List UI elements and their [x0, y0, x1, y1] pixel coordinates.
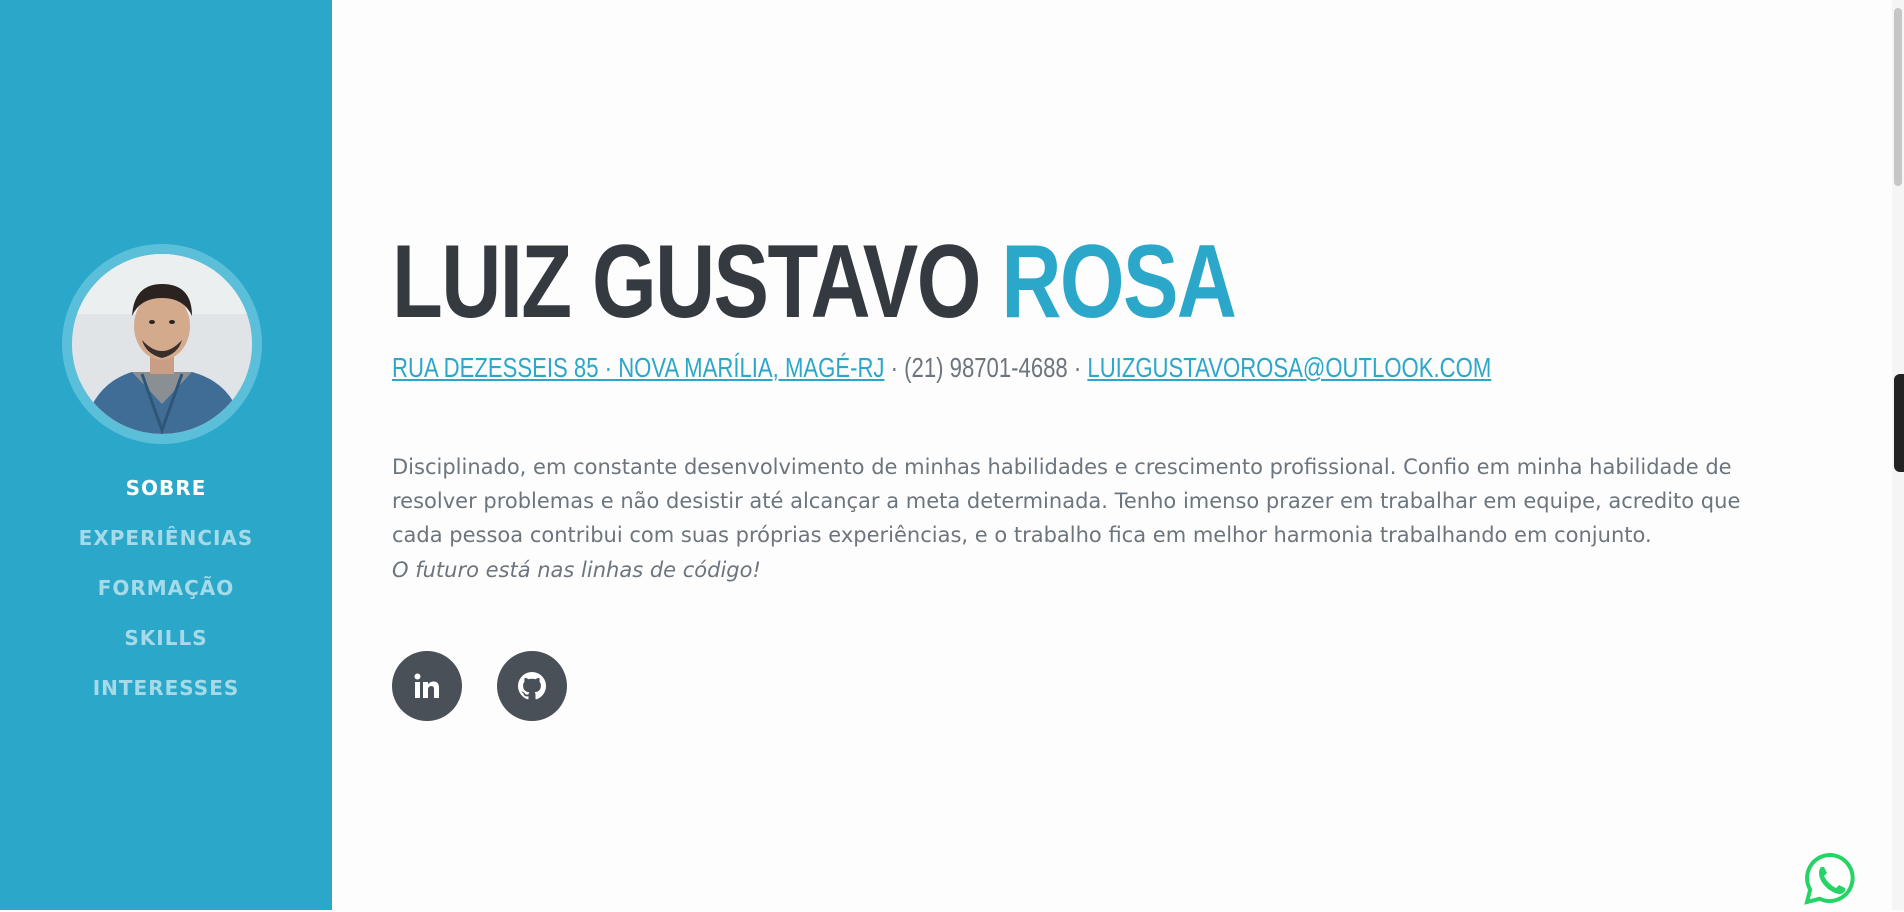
nav-item-interesses: INTERESSES	[0, 668, 332, 718]
phone-number: (21) 98701-4688	[904, 352, 1068, 383]
nav-item-experiencias: EXPERIÊNCIAS	[0, 518, 332, 568]
contact-line: RUA DEZESSEIS 85 · NOVA MARÍLIA, MAGÉ-RJ…	[392, 348, 1491, 388]
nav-link-experiencias[interactable]: EXPERIÊNCIAS	[79, 518, 254, 558]
github-icon	[517, 672, 547, 700]
scrollbar-thumb[interactable]	[1894, 8, 1902, 186]
nav-link-sobre[interactable]: SOBRE	[126, 468, 207, 508]
email-link[interactable]: LUIZGUSTAVOROSA@OUTLOOK.COM	[1087, 352, 1491, 383]
nav-link-formacao[interactable]: FORMAÇÃO	[98, 568, 235, 608]
contact-separator: ·	[1067, 352, 1088, 383]
extension-side-tab[interactable]	[1894, 374, 1904, 472]
avatar	[72, 254, 252, 434]
contact-separator: ·	[884, 352, 905, 383]
nav-item-formacao: FORMAÇÃO	[0, 568, 332, 618]
sidebar-nav: SOBRE EXPERIÊNCIAS FORMAÇÃO SKILLS INTER…	[0, 468, 332, 718]
nav-link-skills[interactable]: SKILLS	[124, 618, 207, 658]
avatar-ring[interactable]	[62, 244, 262, 444]
profile-photo	[72, 254, 252, 434]
nav-item-sobre: SOBRE	[0, 468, 332, 518]
last-name: ROSA	[1001, 224, 1237, 340]
sidebar: SOBRE EXPERIÊNCIAS FORMAÇÃO SKILLS INTER…	[0, 0, 332, 910]
whatsapp-icon	[1804, 852, 1855, 905]
nav-item-skills: SKILLS	[0, 618, 332, 668]
page-title: LUIZ GUSTAVO ROSA	[392, 222, 1237, 342]
nav-link-interesses[interactable]: INTERESSES	[93, 668, 240, 708]
motto: O futuro está nas linhas de código!	[392, 558, 761, 582]
linkedin-button[interactable]	[392, 651, 462, 721]
linkedin-icon	[414, 673, 439, 698]
first-names: LUIZ GUSTAVO	[392, 224, 981, 340]
github-button[interactable]	[497, 651, 567, 721]
address-link[interactable]: RUA DEZESSEIS 85 · NOVA MARÍLIA, MAGÉ-RJ	[392, 352, 885, 383]
bio-paragraph: Disciplinado, em constante desenvolvimen…	[392, 455, 1741, 547]
whatsapp-button[interactable]	[1802, 851, 1858, 907]
